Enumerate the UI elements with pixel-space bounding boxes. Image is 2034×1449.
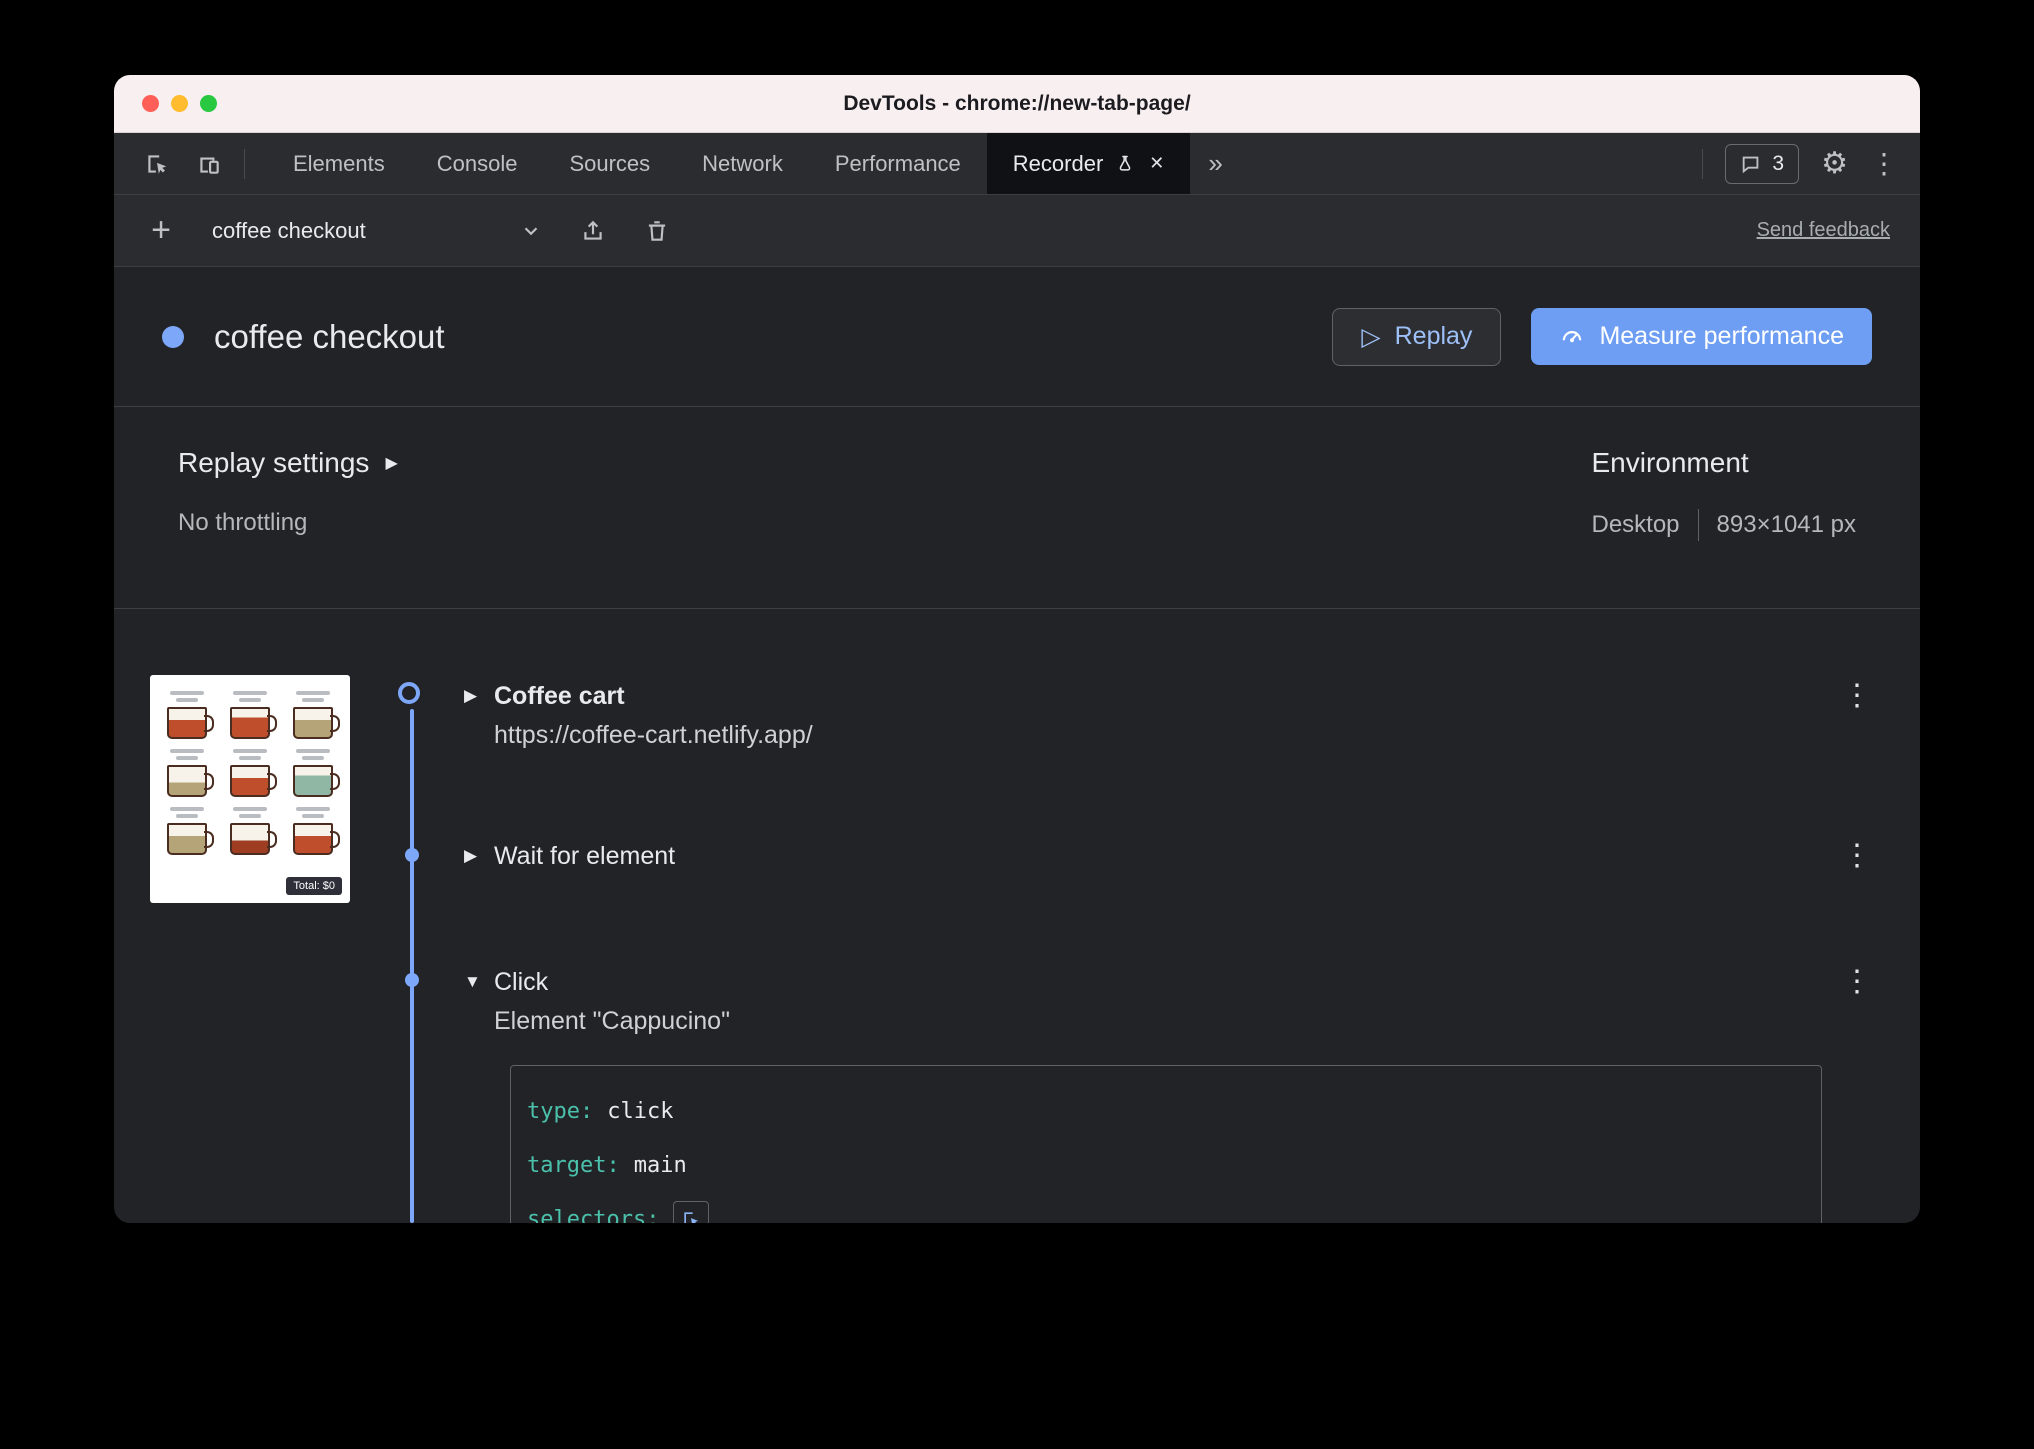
thumbnail-product (223, 807, 278, 855)
step-click[interactable]: ▼ Click Element "Cappucino" type: click … (464, 965, 1872, 1223)
toolbar-separator (1702, 148, 1704, 179)
code-line-selectors: selectors: (527, 1192, 1805, 1223)
trash-icon (648, 220, 666, 241)
window-title: DevTools - chrome://new-tab-page/ (843, 91, 1191, 115)
chevron-down-icon (524, 226, 538, 235)
environment-viewport: 893×1041 px (1716, 511, 1856, 538)
chat-bubble-icon (1743, 156, 1759, 173)
experiment-flask-icon (1119, 155, 1131, 171)
add-recording-button[interactable]: + (144, 211, 178, 250)
thumbnail-product-grid (160, 691, 340, 855)
replay-settings-section: Replay settings ▶ No throttling (178, 447, 398, 608)
settings-gear-button[interactable]: ⚙ (1821, 148, 1848, 179)
measure-performance-label: Measure performance (1599, 322, 1844, 350)
environment-separator (1697, 509, 1699, 541)
tab-sources[interactable]: Sources (543, 133, 676, 194)
step-title: Click (494, 968, 549, 996)
titlebar: DevTools - chrome://new-tab-page/ (114, 75, 1920, 133)
replay-settings-label: Replay settings (178, 447, 370, 478)
code-line-type: type: click (527, 1098, 674, 1124)
step-title: Wait for element (494, 842, 676, 870)
step-url: https://coffee-cart.netlify.app/ (494, 721, 813, 749)
step-wait-for-element[interactable]: ▶ Wait for element ⋮ (464, 839, 1872, 873)
timeline-step-dot (405, 973, 419, 987)
thumbnail-product (160, 691, 215, 739)
selector-picker-button[interactable] (673, 1201, 710, 1223)
play-icon: ▷ (1361, 322, 1381, 351)
replay-button[interactable]: ▷ Replay (1332, 307, 1502, 366)
thumbnail-product (223, 749, 278, 797)
gauge-icon (1563, 330, 1582, 342)
step-expand-icon[interactable]: ▶ (464, 679, 494, 713)
record-dot-icon (162, 325, 184, 348)
export-icon (584, 220, 602, 240)
steps-list: ▶ Coffee cart https://coffee-cart.netlif… (464, 679, 1872, 1223)
settings-row: Replay settings ▶ No throttling Environm… (114, 407, 1920, 609)
step-navigate[interactable]: ▶ Coffee cart https://coffee-cart.netlif… (464, 679, 1872, 757)
device-toolbar-icon (200, 157, 219, 174)
thumbnail-total-badge: Total: $0 (286, 877, 342, 895)
recording-select[interactable]: coffee checkout (212, 218, 542, 244)
step-menu-button[interactable]: ⋮ (1822, 965, 1872, 999)
messages-count: 3 (1772, 151, 1785, 175)
close-tab-icon[interactable]: ✕ (1149, 153, 1164, 174)
step-expand-icon[interactable]: ▶ (464, 839, 494, 873)
delete-recording-button[interactable] (644, 218, 670, 244)
tab-recorder-label: Recorder (1012, 150, 1104, 176)
tab-network[interactable]: Network (676, 133, 809, 194)
recorder-toolbar: + coffee checkout Send feedback (114, 195, 1920, 267)
step-code-editor[interactable]: type: click target: main selectors: (510, 1065, 1822, 1223)
thumbnail-product (160, 807, 215, 855)
disclosure-right-icon: ▶ (385, 455, 398, 472)
environment-section: Environment Desktop 893×1041 px (1591, 447, 1856, 608)
timeline-step-dot (405, 848, 419, 862)
inspect-element-button[interactable] (144, 151, 170, 177)
inspect-cursor-icon (148, 154, 167, 174)
tab-recorder[interactable]: Recorder ✕ (986, 133, 1191, 194)
replay-settings-toggle[interactable]: Replay settings ▶ (178, 447, 398, 479)
steps-section: Total: $0 ▶ Coffee cart https://coffee-c… (114, 609, 1920, 1223)
thumbnail-product (285, 691, 340, 739)
tab-console[interactable]: Console (411, 133, 544, 194)
export-recording-button[interactable] (580, 218, 606, 244)
tab-performance[interactable]: Performance (809, 133, 987, 194)
more-tabs-button[interactable]: » (1190, 148, 1240, 179)
thumbnail-product (223, 691, 278, 739)
device-toolbar-button[interactable] (196, 151, 222, 177)
timeline-line (410, 709, 414, 1223)
devtools-window: DevTools - chrome://new-tab-page/ Elemen… (114, 75, 1920, 1223)
replay-button-label: Replay (1394, 322, 1473, 350)
selector-picker-icon (684, 1212, 699, 1223)
step-menu-button[interactable]: ⋮ (1822, 679, 1872, 713)
step-collapse-icon[interactable]: ▼ (464, 965, 494, 999)
code-line-target: target: main (527, 1152, 687, 1178)
messages-badge[interactable]: 3 (1725, 143, 1800, 184)
measure-performance-button[interactable]: Measure performance (1531, 308, 1872, 365)
recording-title: coffee checkout (214, 317, 445, 355)
thumbnail-product (285, 749, 340, 797)
recording-select-value: coffee checkout (212, 217, 366, 243)
recording-thumbnail: Total: $0 (150, 675, 350, 903)
thumbnail-product (160, 749, 215, 797)
tab-elements[interactable]: Elements (267, 133, 411, 194)
step-title: Coffee cart (494, 682, 625, 710)
timeline-start-marker (398, 682, 420, 704)
thumbnail-product (285, 807, 340, 855)
throttling-value: No throttling (178, 509, 308, 536)
devtools-tabbar: Elements Console Sources Network Perform… (114, 133, 1920, 195)
step-subtitle: Element "Cappucino" (494, 1007, 730, 1035)
toolbar-separator (244, 148, 245, 179)
recording-header: coffee checkout ▷ Replay Measure perform… (114, 267, 1920, 407)
environment-label: Environment (1591, 447, 1749, 478)
send-feedback-link[interactable]: Send feedback (1757, 219, 1890, 242)
devtools-menu-button[interactable]: ⋮ (1870, 149, 1898, 178)
step-menu-button[interactable]: ⋮ (1822, 839, 1872, 873)
environment-device: Desktop (1591, 511, 1680, 538)
